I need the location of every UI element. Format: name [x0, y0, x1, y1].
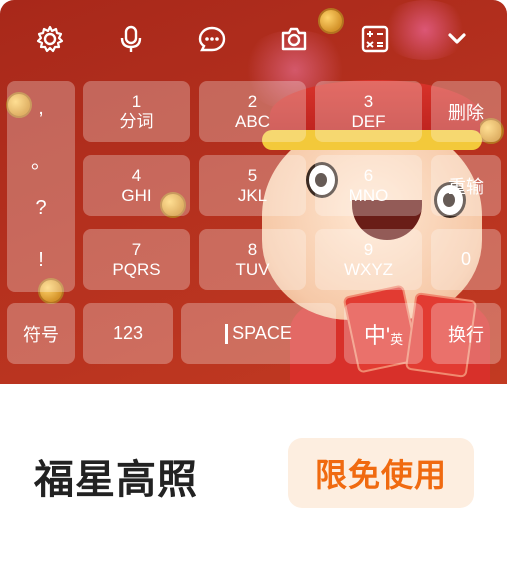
retype-key[interactable]: 重输	[431, 155, 501, 216]
punctuation-column[interactable]: , 。 ? !	[7, 81, 75, 292]
gear-icon[interactable]	[33, 22, 67, 56]
language-switch-key[interactable]: 中' 英	[344, 303, 423, 364]
key-0[interactable]: 0	[431, 229, 501, 290]
punct-comma[interactable]: ,	[7, 97, 75, 120]
microphone-icon[interactable]	[114, 22, 148, 56]
numbers-key[interactable]: 123	[83, 303, 173, 364]
space-key[interactable]: SPACE	[181, 303, 336, 364]
enter-key[interactable]: 换行	[431, 303, 501, 364]
delete-key[interactable]: 删除	[431, 81, 501, 142]
chat-bubble-icon[interactable]	[195, 22, 229, 56]
symbols-key[interactable]: 符号	[7, 303, 75, 364]
key-6[interactable]: 6 MNO	[315, 155, 422, 216]
key-3[interactable]: 3 DEF	[315, 81, 422, 142]
punct-exclamation[interactable]: !	[7, 249, 75, 272]
key-7[interactable]: 7 PQRS	[83, 229, 190, 290]
key-5[interactable]: 5 JKL	[199, 155, 306, 216]
key-8[interactable]: 8 TUV	[199, 229, 306, 290]
punct-period[interactable]: 。	[7, 145, 75, 174]
calculator-icon[interactable]	[358, 22, 392, 56]
skin-title: 福星高照	[34, 458, 198, 502]
key-1[interactable]: 1 分词	[83, 81, 190, 142]
keyboard-toolbar	[0, 0, 507, 78]
free-use-button[interactable]: 限免使用	[288, 438, 474, 508]
camera-icon[interactable]	[277, 22, 311, 56]
keyboard-skin-preview: , 。 ? ! 1 分词 2 ABC 3 DEF 删除 4 GHI 5 JKL …	[0, 0, 507, 384]
key-2[interactable]: 2 ABC	[199, 81, 306, 142]
key-9[interactable]: 9 WXYZ	[315, 229, 422, 290]
punct-question[interactable]: ?	[7, 197, 75, 220]
chevron-down-icon[interactable]	[440, 22, 474, 56]
key-4[interactable]: 4 GHI	[83, 155, 190, 216]
space-cursor-icon	[225, 323, 229, 344]
